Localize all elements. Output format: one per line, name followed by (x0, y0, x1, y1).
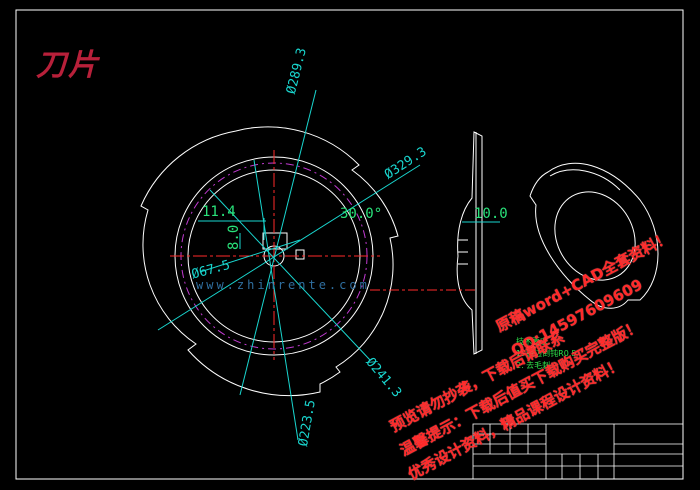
watermark-url: www.zhinrente.com (196, 278, 370, 292)
pin-slot (295, 249, 305, 260)
dim-line-289 (239, 89, 317, 396)
side-profile (456, 131, 483, 355)
dim-label-8: 8.0 (226, 224, 242, 250)
drawing-title: 刀片 (36, 48, 100, 83)
dim-label-30: 30.0° (340, 206, 383, 222)
dim-label-11: 11.4 (202, 204, 236, 220)
dim-label-10: 10.0 (474, 206, 508, 222)
dim-line-223 (253, 159, 299, 441)
cad-drawing-canvas (15, 9, 684, 480)
dim-line-329 (157, 164, 421, 331)
side-slots (458, 239, 468, 265)
drawing-frame (15, 9, 684, 480)
blade-front-view (140, 89, 421, 441)
